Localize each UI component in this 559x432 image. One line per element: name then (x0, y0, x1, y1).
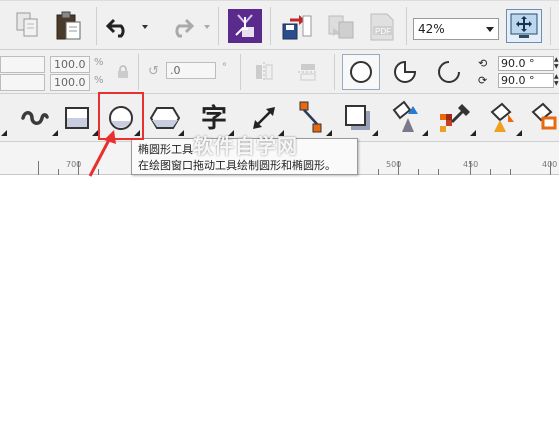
ruler-label: 700 (66, 160, 82, 169)
color-eyedropper-tool[interactable] (436, 98, 474, 136)
export-button[interactable] (280, 11, 316, 43)
scale-width-input[interactable]: 100.0 (50, 56, 90, 73)
ruler-tick (58, 169, 59, 175)
text-tool-icon: 字 (200, 103, 227, 134)
rotation-degree-symbol: ° (222, 62, 227, 73)
ruler-tick (378, 169, 379, 175)
arc-mode-button[interactable] (432, 56, 466, 88)
rotate-icon: ↺ (148, 64, 159, 79)
redo-button[interactable] (166, 11, 196, 41)
ellipse-mode-button[interactable] (342, 54, 380, 90)
scale-height-value: 100.0 (54, 76, 86, 89)
pdf-icon: PDF (370, 13, 394, 41)
end-angle-icon: ⟳ (478, 74, 488, 87)
drawing-canvas[interactable] (0, 176, 559, 432)
scale-height-input[interactable]: 100.0 (50, 74, 90, 91)
paste-button[interactable] (52, 9, 86, 43)
fill-bucket-icon (490, 102, 514, 132)
end-angle-input[interactable]: 90.0 ° (498, 73, 554, 88)
lock-icon (118, 65, 128, 78)
pie-mode-button[interactable] (388, 56, 422, 88)
mirror-vertical-icon (298, 64, 318, 81)
start-angle-icon: ⟲ (478, 57, 488, 70)
ruler-label: 450 (463, 160, 479, 169)
start-angle-control: ⟲ 90.0 ° ▲ ▼ (478, 56, 559, 71)
flyout-indicator-icon (52, 130, 58, 136)
curve-icon (21, 111, 49, 125)
ruler-tick (418, 169, 419, 175)
dimension-icon (253, 107, 275, 129)
scale-width-unit: % (94, 57, 104, 68)
flyout-indicator-icon (372, 130, 378, 136)
flyout-indicator-icon (470, 130, 476, 136)
text-tool[interactable]: 字 (196, 98, 232, 134)
interactive-fill-tool[interactable] (484, 98, 520, 136)
arc-icon (438, 61, 460, 83)
export-icon (282, 15, 312, 40)
scale-height-unit: % (94, 75, 104, 86)
flyout-indicator-icon (422, 130, 428, 136)
import-button[interactable] (228, 9, 262, 43)
pdf-label: PDF (375, 27, 391, 36)
ruler-tick (38, 161, 39, 175)
drop-shadow-tool[interactable] (340, 100, 376, 136)
pie-icon (394, 60, 417, 83)
tooltip-description: 在绘图窗口拖动工具绘制圆形和椭圆形。 (138, 159, 336, 172)
flyout-indicator-icon (516, 130, 522, 136)
annotation-arrow-icon (88, 130, 116, 177)
smart-fill-tool[interactable] (526, 98, 559, 136)
redo-icon (175, 18, 194, 38)
full-screen-preview-button[interactable] (506, 9, 542, 43)
clipboard-icon (56, 11, 81, 40)
zoom-level-value: 42% (418, 22, 445, 36)
end-angle-spinner[interactable]: ▲ ▼ (554, 73, 559, 88)
redo-dropdown-icon[interactable] (204, 25, 210, 29)
mirror-vertical-button[interactable] (294, 58, 322, 86)
transparency-tool[interactable] (386, 98, 424, 136)
artistic-media-tool[interactable] (18, 102, 52, 134)
flyout-indicator-icon (178, 130, 184, 136)
hexagon-icon (149, 107, 181, 129)
flyout-indicator-icon (1, 130, 7, 136)
rotation-angle-value: .0 (170, 64, 181, 77)
ruler-label: 500 (386, 160, 402, 169)
copy-button[interactable] (12, 9, 44, 41)
flyout-indicator-icon (326, 130, 332, 136)
undo-icon (106, 18, 125, 38)
rotation-angle-input[interactable]: .0 (166, 62, 216, 79)
object-size-y-field[interactable] (0, 74, 45, 91)
ruler-tick (510, 169, 511, 175)
ruler-tick (438, 169, 439, 175)
standard-toolbar: PDF 42% (0, 0, 559, 50)
watermark: 软件自学网 (193, 134, 298, 158)
undo-dropdown-icon[interactable] (142, 25, 148, 29)
ruler-tick (490, 169, 491, 175)
ellipse-icon (350, 61, 372, 83)
publish-icon (328, 15, 354, 39)
full-screen-icon (510, 13, 538, 38)
start-angle-input[interactable]: 90.0 ° (498, 56, 554, 71)
connector-icon (299, 101, 322, 133)
publish-button[interactable] (322, 11, 358, 43)
start-angle-spinner[interactable]: ▲ ▼ (554, 56, 559, 71)
chevron-down-icon (486, 27, 494, 32)
copy-icon (16, 12, 38, 37)
object-size-x-field[interactable] (0, 56, 45, 73)
mirror-horizontal-button[interactable] (250, 58, 278, 86)
end-angle-control: ⟳ 90.0 ° ▲ ▼ (478, 73, 559, 88)
smart-fill-icon (531, 102, 556, 130)
ruler-label: 400 (542, 160, 558, 169)
drop-shadow-icon (345, 105, 370, 130)
import-icon (235, 14, 254, 37)
publish-pdf-button[interactable]: PDF (366, 11, 400, 43)
eyedropper-icon (440, 104, 470, 132)
undo-button[interactable] (104, 11, 134, 41)
scale-width-value: 100.0 (54, 58, 86, 71)
zoom-level-select[interactable]: 42% (413, 18, 499, 40)
transparency-icon (392, 100, 418, 132)
lock-ratio-button[interactable] (114, 62, 132, 82)
mirror-horizontal-icon (256, 62, 273, 82)
property-bar: 100.0 100.0 % % ↺ .0 ° ⟲ 90.0 ° ▲ ▼ ⟳ 90.… (0, 50, 559, 94)
